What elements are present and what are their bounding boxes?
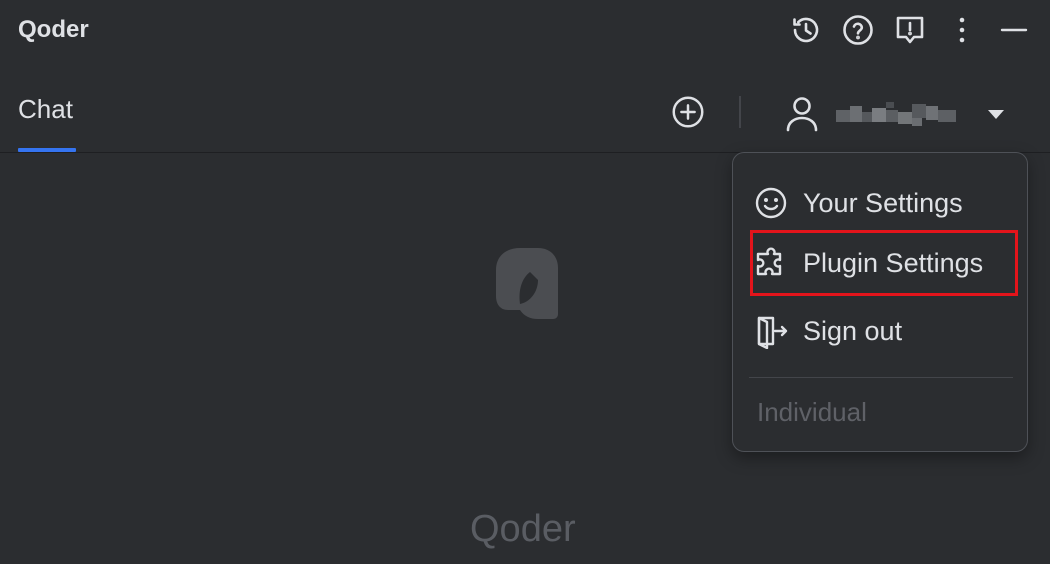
smiley-icon	[755, 187, 787, 219]
logo-text: Qoder	[470, 508, 576, 550]
history-icon[interactable]	[788, 12, 824, 48]
plus-circle-icon	[672, 96, 704, 128]
menu-item-label: Plugin Settings	[803, 247, 984, 278]
account-type-label: Individual	[757, 397, 867, 427]
more-icon[interactable]	[944, 12, 980, 48]
menu-item-your-settings[interactable]: Your Settings	[753, 173, 1015, 233]
tab-chat[interactable]: Chat	[18, 94, 73, 125]
sign-out-icon	[757, 316, 788, 349]
toolbar-divider	[739, 96, 741, 128]
puzzle-icon	[756, 247, 782, 276]
app-title: Qoder	[18, 16, 89, 43]
tab-bar: Chat	[0, 64, 1050, 153]
menu-item-sign-out[interactable]: Sign out	[753, 301, 1015, 361]
caret-down-icon	[988, 110, 1004, 119]
menu-divider	[749, 377, 1013, 378]
account-dropdown-menu: Your Settings Plugin Settings Sign out I…	[732, 152, 1028, 452]
user-icon	[786, 97, 818, 132]
feedback-icon[interactable]	[892, 12, 928, 48]
user-account-button[interactable]	[780, 90, 1020, 136]
menu-item-label: Sign out	[803, 315, 903, 346]
minimize-icon[interactable]	[996, 12, 1032, 48]
menu-item-label: Your Settings	[803, 187, 963, 218]
help-icon[interactable]	[840, 12, 876, 48]
new-chat-button[interactable]	[668, 92, 708, 132]
qoder-logo-icon	[496, 248, 558, 319]
username-redacted	[836, 102, 956, 126]
menu-item-plugin-settings[interactable]: Plugin Settings	[750, 230, 1018, 296]
active-tab-indicator	[18, 148, 76, 152]
title-bar: Qoder	[0, 0, 1050, 64]
